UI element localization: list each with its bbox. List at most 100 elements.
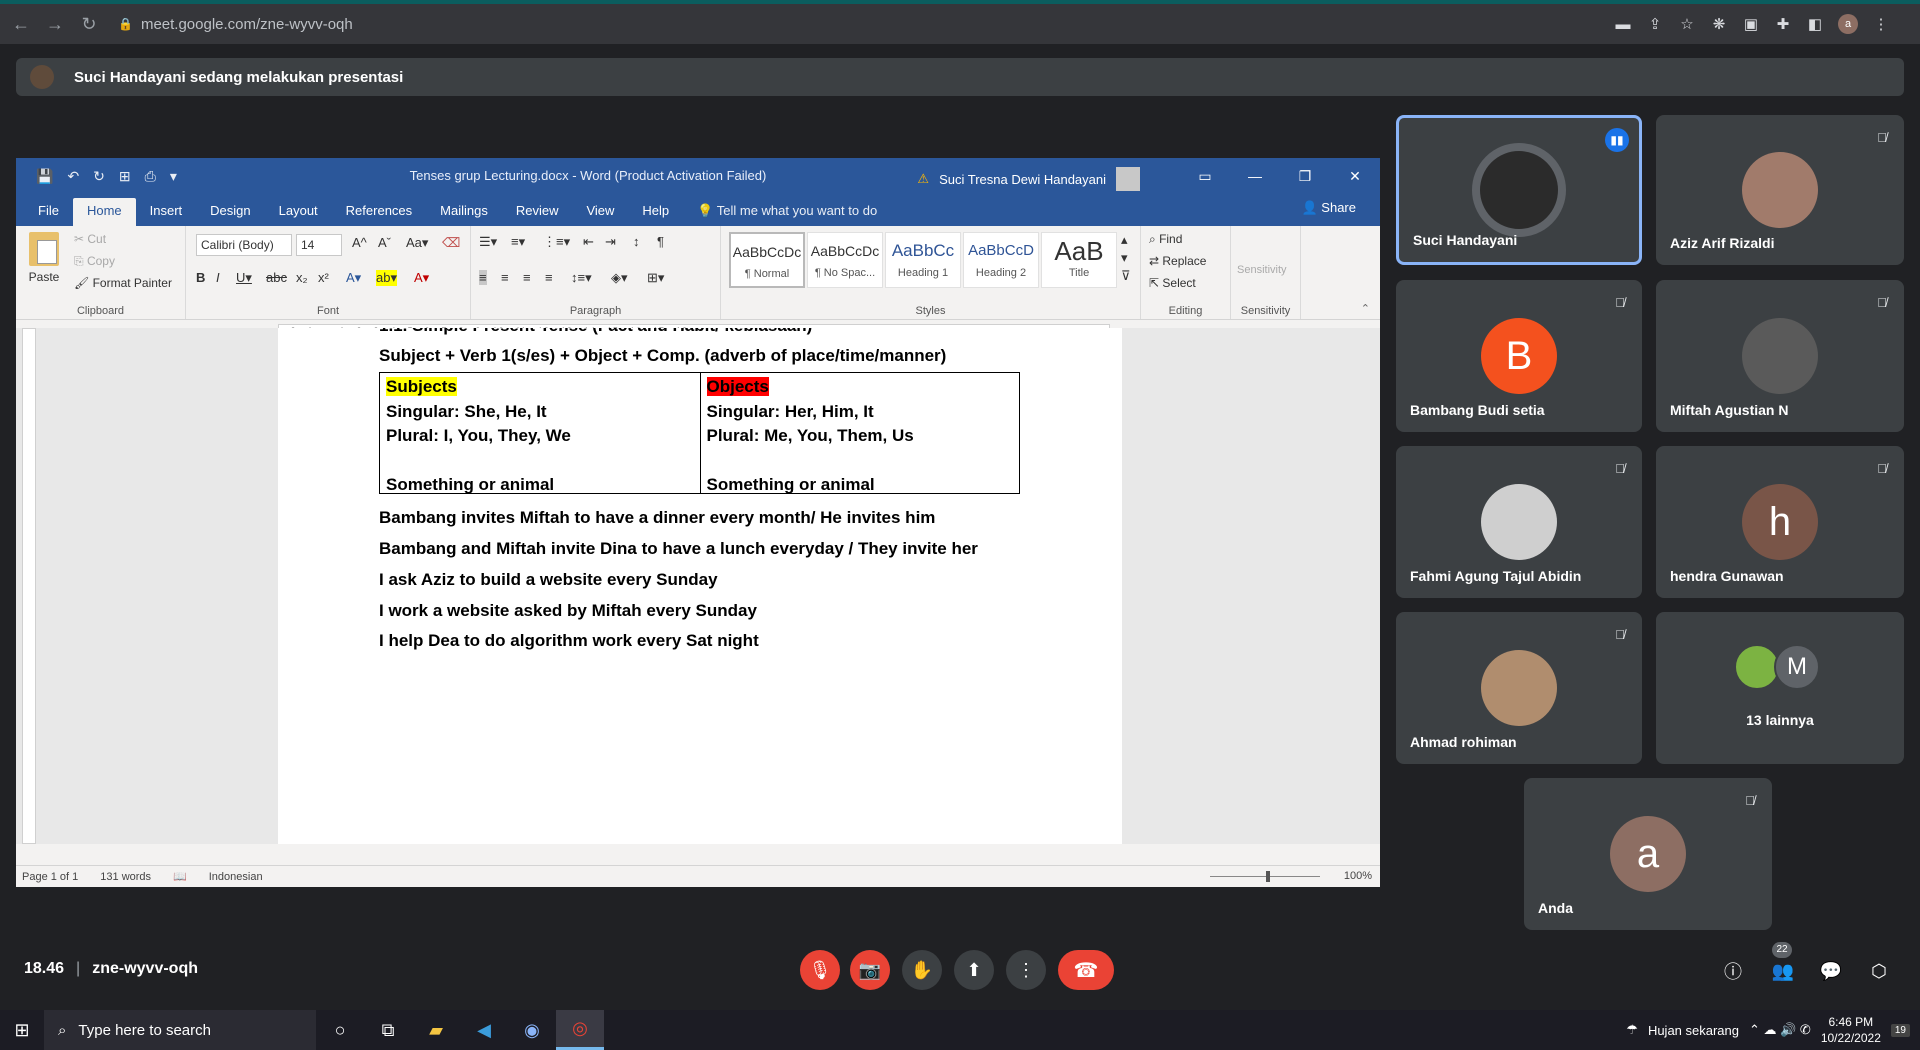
style-title[interactable]: AaB Title [1041, 232, 1117, 288]
participant-tile[interactable]: 🎙̸ Ahmad rohiman [1396, 612, 1642, 764]
align-left-icon[interactable]: ≡ [479, 270, 487, 285]
save-icon[interactable]: 💾 [36, 168, 53, 185]
sort-icon[interactable]: ↕ [633, 234, 640, 249]
camera-toggle-button[interactable]: 📷 [850, 950, 890, 990]
language[interactable]: Indonesian [209, 871, 263, 883]
tab-references[interactable]: References [332, 198, 426, 226]
sidebar-icon[interactable]: ◧ [1806, 15, 1824, 33]
increase-indent-icon[interactable]: ⇥ [605, 234, 616, 250]
highlight-icon[interactable]: ab▾ [376, 270, 397, 286]
participant-tile[interactable]: 🎙̸ Fahmi Agung Tajul Abidin [1396, 446, 1642, 598]
weather-text[interactable]: Hujan sekarang [1648, 1023, 1739, 1038]
back-icon[interactable]: ← [8, 11, 34, 37]
camera-icon[interactable]: ▬ [1614, 16, 1632, 33]
italic-icon[interactable]: I [216, 270, 220, 285]
tab-review[interactable]: Review [502, 198, 573, 226]
notification-badge[interactable]: 19 [1890, 1023, 1910, 1037]
font-name-box[interactable]: Calibri (Body) [196, 234, 292, 256]
present-button[interactable]: ⬆ [954, 950, 994, 990]
change-case-icon[interactable]: Aa▾ [406, 235, 428, 251]
word-count[interactable]: 131 words [100, 871, 151, 883]
participant-tile[interactable]: h 🎙̸ hendra Gunawan [1656, 446, 1904, 598]
font-size-box[interactable]: 14 [296, 234, 342, 256]
style-normal[interactable]: AaBbCcDc ¶ Normal [729, 232, 805, 288]
vscode-icon[interactable]: ◀ [460, 1010, 508, 1050]
font-color-icon[interactable]: A▾ [414, 270, 429, 286]
mic-toggle-button[interactable]: 🎙 [800, 950, 840, 990]
numbering-icon[interactable]: ≡▾ [511, 234, 525, 250]
raise-hand-button[interactable]: ✋ [902, 950, 942, 990]
activities-button[interactable]: ⬡ [1866, 958, 1892, 984]
format-painter-button[interactable]: 🖌 Format Painter [74, 276, 172, 290]
style-heading-1[interactable]: AaBbCc Heading 1 [885, 232, 961, 288]
find-button[interactable]: ⌕ Find [1149, 232, 1182, 247]
share-icon[interactable]: ⇪ [1646, 15, 1664, 33]
style-no-spacing[interactable]: AaBbCcDc ¶ No Spac... [807, 232, 883, 288]
strikethrough-icon[interactable]: abc [266, 270, 287, 285]
style-heading-2[interactable]: AaBbCcD Heading 2 [963, 232, 1039, 288]
line-spacing-icon[interactable]: ↕≡▾ [571, 270, 592, 286]
tab-insert[interactable]: Insert [136, 198, 197, 226]
participant-tile[interactable]: B 🎙̸ Bambang Budi setia [1396, 280, 1642, 432]
tab-mailings[interactable]: Mailings [426, 198, 502, 226]
collapse-ribbon-icon[interactable]: ⌃ [1361, 302, 1370, 315]
sensitivity-button[interactable]: Sensitivity [1237, 264, 1287, 276]
close-icon[interactable]: ✕ [1330, 158, 1380, 194]
select-button[interactable]: ⇱ Select [1149, 276, 1196, 290]
zoom-level[interactable]: 100% [1344, 870, 1372, 882]
undo-icon[interactable]: ↶ [67, 168, 79, 185]
styles-scroll-down-icon[interactable]: ▾ [1121, 250, 1128, 266]
align-center-icon[interactable]: ≡ [501, 270, 509, 285]
tab-design[interactable]: Design [196, 198, 264, 226]
underline-icon[interactable]: U▾ [236, 270, 252, 286]
align-right-icon[interactable]: ≡ [523, 270, 531, 285]
tab-file[interactable]: File [24, 198, 73, 226]
replace-button[interactable]: ⇄ Replace [1149, 254, 1206, 268]
self-tile[interactable]: a 🎙̸ Anda [1524, 778, 1772, 930]
cortana-icon[interactable]: ○ [316, 1010, 364, 1050]
others-tile[interactable]: M 13 lainnya [1656, 612, 1904, 764]
menu-icon[interactable]: ⋮ [1872, 15, 1890, 33]
paste-button[interactable]: Paste [24, 232, 64, 284]
task-view-icon[interactable]: ⧉ [364, 1010, 412, 1050]
customize-qat-icon[interactable]: ▾ [170, 168, 177, 185]
file-explorer-icon[interactable]: ▰ [412, 1010, 460, 1050]
reload-icon[interactable]: ↻ [76, 11, 102, 37]
restore-icon[interactable]: ❐ [1280, 158, 1330, 194]
forward-icon[interactable]: → [42, 11, 68, 37]
tab-view[interactable]: View [572, 198, 628, 226]
cut-button[interactable]: ✂ Cut [74, 232, 106, 246]
tray-icons[interactable]: ⌃ ☁ 🔊 ✆ [1749, 1022, 1811, 1038]
participant-tile[interactable]: 🎙̸ Aziz Arif Rizaldi [1656, 115, 1904, 265]
chrome-icon[interactable]: ◎ [556, 1010, 604, 1050]
end-call-button[interactable]: ☎ [1058, 950, 1114, 990]
borders-icon[interactable]: ⊞▾ [647, 270, 664, 286]
styles-more-icon[interactable]: ⊽ [1121, 268, 1131, 284]
more-options-button[interactable]: ⋮ [1006, 950, 1046, 990]
extension-icon[interactable]: ▣ [1742, 15, 1760, 33]
people-button[interactable]: 👥 [1770, 958, 1796, 984]
subscript-icon[interactable]: x₂ [296, 270, 308, 285]
tab-home[interactable]: Home [72, 198, 136, 226]
styles-scroll-up-icon[interactable]: ▴ [1121, 232, 1128, 248]
zoom-slider-thumb[interactable] [1266, 871, 1270, 882]
minimize-icon[interactable]: — [1230, 158, 1280, 194]
extension-icon[interactable]: ❋ [1710, 15, 1728, 33]
page-count[interactable]: Page 1 of 1 [22, 871, 78, 883]
tell-me-box[interactable]: 💡 Tell me what you want to do [697, 198, 877, 226]
share-button[interactable]: 👤 Share [1301, 200, 1356, 216]
redo-icon[interactable]: ↻ [93, 168, 105, 185]
chat-button[interactable]: 💬 [1818, 958, 1844, 984]
proofing-icon[interactable]: 📖 [173, 870, 187, 883]
zoom-slider[interactable] [1210, 876, 1320, 877]
bullets-icon[interactable]: ☰▾ [479, 234, 497, 250]
text-effects-icon[interactable]: A▾ [346, 270, 361, 286]
superscript-icon[interactable]: x² [318, 270, 329, 285]
copy-button[interactable]: ⎘ Copy [74, 254, 115, 269]
tab-help[interactable]: Help [628, 198, 683, 226]
tab-layout[interactable]: Layout [265, 198, 332, 226]
grow-font-icon[interactable]: A^ [352, 235, 367, 250]
profile-avatar[interactable]: a [1838, 14, 1858, 34]
table-icon[interactable]: ⊞ [119, 168, 131, 185]
multilevel-list-icon[interactable]: ⋮≡▾ [543, 234, 570, 250]
